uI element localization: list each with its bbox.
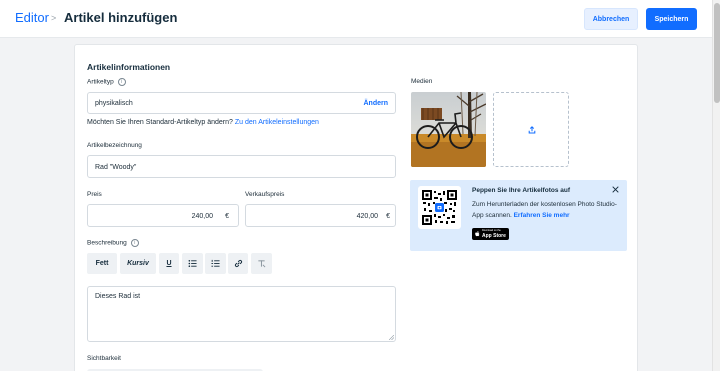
breadcrumb-editor-link[interactable]: Editor	[15, 10, 49, 25]
product-image-thumbnail[interactable]	[411, 92, 486, 167]
info-icon[interactable]: i	[130, 239, 139, 247]
app-store-badge[interactable]: Download on the App Store	[472, 228, 509, 240]
page-title: Artikel hinzufügen	[64, 10, 178, 25]
change-type-button[interactable]: Ändern	[364, 100, 389, 107]
type-label-row: Artikeltyp i	[87, 78, 126, 86]
apple-icon	[475, 231, 480, 237]
price-label: Preis	[87, 191, 102, 198]
italic-button[interactable]: Kursiv	[120, 253, 156, 274]
product-info-card: Artikelinformationen Artikeltyp i physika…	[74, 44, 638, 371]
qr-code	[418, 186, 461, 229]
learn-more-link[interactable]: Erfahren Sie mehr	[514, 212, 570, 219]
cancel-button[interactable]: Abbrechen	[584, 8, 638, 30]
banner-title: Peppen Sie Ihre Artikelfotos auf	[472, 187, 571, 194]
top-bar: Editor > Artikel hinzufügen Abbrechen Sp…	[0, 0, 712, 38]
clear-format-button[interactable]	[251, 253, 272, 274]
link-button[interactable]	[228, 253, 248, 274]
info-icon[interactable]: i	[117, 78, 126, 86]
bold-button[interactable]: Fett	[87, 253, 117, 274]
numbered-list-button[interactable]	[205, 253, 226, 274]
sale-price-value: 420,00	[356, 213, 378, 220]
sale-price-input[interactable]: 420,00 €	[245, 204, 396, 227]
visibility-label: Sichtbarkeit	[87, 355, 121, 362]
breadcrumb-separator: >	[51, 13, 57, 23]
save-button[interactable]: Speichern	[646, 8, 697, 30]
article-settings-link[interactable]: Zu den Artikeleinstellungen	[235, 119, 319, 126]
clear-format-icon	[258, 260, 266, 268]
name-label: Artikelbezeichnung	[87, 142, 142, 149]
bullet-list-icon	[188, 259, 197, 268]
description-value: Dieses Rad ist	[95, 293, 141, 300]
media-label: Medien	[411, 78, 433, 85]
close-icon[interactable]	[612, 186, 619, 193]
bullet-list-button[interactable]	[182, 253, 203, 274]
sale-price-label: Verkaufspreis	[245, 191, 285, 198]
price-input[interactable]: 240,00 €	[87, 204, 239, 227]
price-currency: €	[225, 213, 229, 220]
description-textarea[interactable]: Dieses Rad ist	[87, 286, 396, 342]
link-icon	[234, 259, 242, 268]
name-value: Rad "Woody"	[95, 164, 137, 171]
page-scrollbar[interactable]	[712, 0, 720, 371]
price-value: 240,00	[191, 213, 213, 220]
scrollbar-thumb[interactable]	[714, 3, 720, 103]
upload-media-dropzone[interactable]	[493, 92, 569, 167]
type-label: Artikeltyp	[87, 78, 114, 86]
photo-studio-banner: Peppen Sie Ihre Artikelfotos auf Zum Her…	[410, 180, 627, 251]
upload-icon	[528, 126, 536, 134]
type-field: physikalisch Ändern	[87, 92, 396, 114]
type-value: physikalisch	[95, 100, 133, 107]
type-hint: Möchten Sie Ihren Standard-Artikeltyp än…	[87, 119, 319, 126]
appstore-big-text: App Store	[482, 233, 506, 239]
type-hint-text: Möchten Sie Ihren Standard-Artikeltyp än…	[87, 119, 233, 126]
numbered-list-icon	[211, 259, 220, 267]
bicycle-photo	[411, 92, 486, 167]
underline-button[interactable]: U	[159, 253, 179, 274]
banner-text-block: Zum Herunterladen der kostenlosen Photo …	[472, 199, 622, 221]
resize-handle-icon[interactable]	[389, 335, 394, 340]
qr-code-icon	[422, 190, 457, 225]
description-label: Beschreibung	[87, 239, 127, 247]
description-label-row: Beschreibung i	[87, 239, 139, 247]
name-input[interactable]: Rad "Woody"	[87, 155, 396, 178]
section-title: Artikelinformationen	[87, 62, 171, 72]
sale-price-currency: €	[386, 213, 390, 220]
